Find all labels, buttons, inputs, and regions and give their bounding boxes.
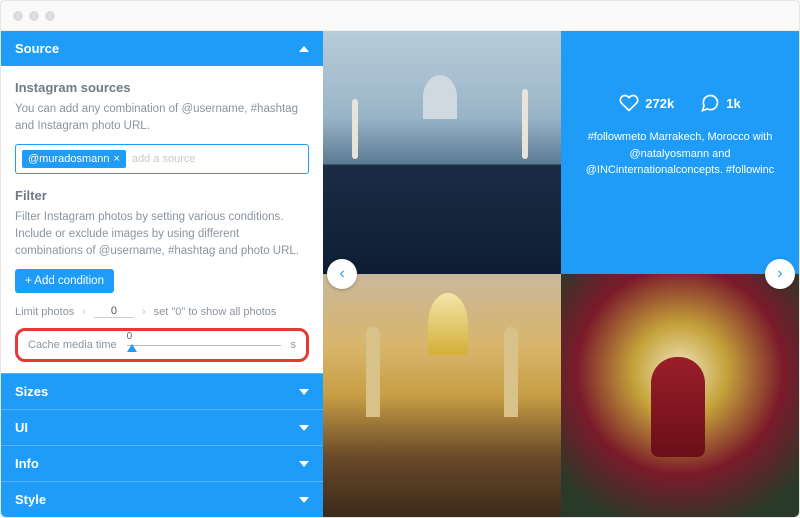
panel-sizes-title: Sizes [15,384,48,399]
sources-heading: Instagram sources [15,80,309,95]
panel-style-title: Style [15,492,46,507]
gallery-tile[interactable] [323,274,561,517]
close-icon[interactable]: × [113,153,119,165]
panel-source-body: Instagram sources You can add any combin… [1,66,323,373]
sources-tag-input[interactable]: @muradosmann × [15,144,309,174]
likes-stat: 272k [619,93,674,113]
cache-slider-value: 0 [127,331,133,342]
app-body: Source Instagram sources You can add any… [1,31,799,517]
cache-label: Cache media time [28,339,117,351]
gallery-caption: #followmeto Marrakech, Morocco with @nat… [583,129,777,179]
gallery-next-button[interactable]: › [765,259,795,289]
sources-hint: You can add any combination of @username… [15,101,309,134]
app-window: Source Instagram sources You can add any… [0,0,800,518]
panel-info-header[interactable]: Info [1,445,323,481]
filter-hint: Filter Instagram photos by setting vario… [15,209,309,259]
heart-icon [619,93,639,113]
panel-ui-title: UI [15,420,28,435]
gallery-image [323,274,561,517]
panel-ui-header[interactable]: UI [1,409,323,445]
traffic-light-dot [29,11,39,21]
comments-stat: 1k [700,93,740,113]
cache-unit: s [291,339,297,351]
panel-sizes-header[interactable]: Sizes [1,373,323,409]
limit-label: Limit photos [15,306,74,318]
gallery-image [323,31,561,274]
cache-slider[interactable]: 0 [127,345,281,346]
cache-media-highlight: Cache media time 0 s [15,328,309,362]
comment-icon [700,93,720,113]
gallery-tile[interactable] [323,31,561,274]
source-add-input[interactable] [132,153,302,165]
gallery-tile-overlay[interactable]: 272k 1k #followmeto Marrakech, Morocco w… [561,31,799,274]
likes-count: 272k [645,96,674,111]
chevron-right-icon[interactable]: › [142,306,146,318]
window-titlebar [1,1,799,31]
panel-source-header[interactable]: Source [1,31,323,66]
limit-photos-row: Limit photos ‹ › set "0" to show all pho… [15,305,309,318]
add-condition-button[interactable]: + Add condition [15,269,114,293]
limit-photos-input[interactable] [94,305,134,318]
traffic-light-dot [45,11,55,21]
cache-slider-track [127,345,281,346]
cache-slider-thumb[interactable] [127,344,137,352]
gallery-prev-button[interactable]: ‹ [327,259,357,289]
panel-style-header[interactable]: Style [1,481,323,517]
chevron-up-icon [299,46,309,52]
gallery-preview: ‹ › 272k [323,31,799,517]
filter-heading: Filter [15,188,309,203]
chevron-down-icon [299,461,309,467]
panel-info-title: Info [15,456,39,471]
source-tag[interactable]: @muradosmann × [22,150,126,168]
limit-hint: set "0" to show all photos [154,306,277,318]
chevron-down-icon [299,389,309,395]
settings-sidebar: Source Instagram sources You can add any… [1,31,323,517]
gallery-stats: 272k 1k [619,93,740,113]
traffic-light-dot [13,11,23,21]
chevron-down-icon [299,425,309,431]
comments-count: 1k [726,96,740,111]
panel-source-title: Source [15,41,59,56]
source-tag-label: @muradosmann [28,153,109,165]
chevron-down-icon [299,497,309,503]
chevron-left-icon[interactable]: ‹ [82,306,86,318]
gallery-tile[interactable] [561,274,799,517]
gallery-image [561,274,799,517]
gallery-overlay: 272k 1k #followmeto Marrakech, Morocco w… [561,31,799,274]
